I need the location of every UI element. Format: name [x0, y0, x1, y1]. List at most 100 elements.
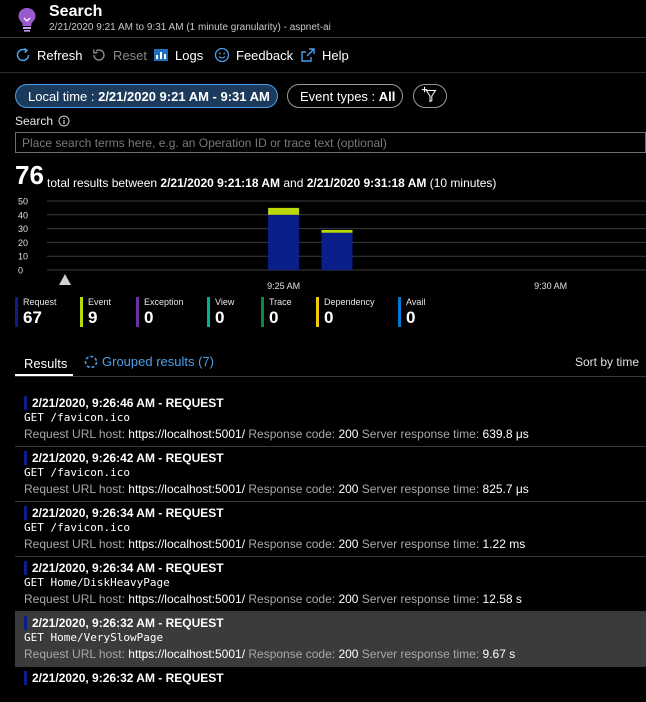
help-label: Help	[322, 47, 349, 63]
legend-count: 0	[406, 308, 416, 327]
result-operation: GET /favicon.ico	[24, 521, 130, 534]
summary-prefix: total results between	[47, 176, 161, 190]
legend-label: Avail	[406, 297, 426, 307]
event-types-filter[interactable]: Event types : All	[287, 84, 403, 108]
time-range-filter[interactable]: Local time : 2/21/2020 9:21 AM - 9:31 AM	[15, 84, 278, 108]
page-title: Search	[49, 3, 103, 20]
summary-end: 2/21/2020 9:31:18 AM	[306, 176, 427, 190]
tabs-divider	[15, 376, 646, 377]
time-label: Server response time:	[358, 592, 483, 606]
time-label: Server response time:	[358, 647, 483, 661]
legend-swatch	[136, 297, 139, 327]
code-label: Response code:	[245, 537, 339, 551]
y-tick-label: 20	[18, 238, 28, 248]
host-label: Request URL host:	[24, 647, 129, 661]
legend-label: Request	[23, 297, 57, 307]
total-results-count: 76	[15, 160, 44, 190]
code-label: Response code:	[245, 592, 339, 606]
search-input[interactable]	[15, 132, 646, 153]
result-row[interactable]: 2/21/2020, 9:26:34 AM - REQUEST GET Home/…	[15, 557, 646, 612]
result-details: Request URL host: https://localhost:5001…	[24, 482, 529, 496]
result-header: 2/21/2020, 9:26:32 AM - REQUEST	[32, 671, 224, 685]
legend-label: Event	[88, 297, 112, 307]
tab-grouped-results[interactable]: Grouped results (7)	[84, 354, 214, 369]
host-label: Request URL host:	[24, 482, 129, 496]
y-tick-label: 10	[18, 252, 28, 262]
range-start-handle	[59, 274, 71, 285]
sort-by-button[interactable]: Sort by time	[575, 355, 639, 369]
request-type-marker	[24, 506, 27, 520]
request-type-marker	[24, 616, 27, 630]
x-tick-label: 9:25 AM	[267, 281, 300, 291]
result-row[interactable]: 2/21/2020, 9:26:32 AM - REQUEST GET Home/…	[15, 612, 646, 667]
legend-count: 67	[23, 308, 42, 327]
add-filter-button[interactable]	[413, 84, 447, 108]
legend-label: Trace	[269, 297, 292, 307]
y-tick-label: 40	[18, 210, 28, 220]
code-value: 200	[338, 592, 359, 606]
logs-button[interactable]: Logs	[153, 44, 203, 66]
legend-label: Dependency	[324, 297, 375, 307]
result-header: 2/21/2020, 9:26:32 AM - REQUEST	[32, 616, 224, 630]
logs-label: Logs	[175, 47, 204, 63]
help-button[interactable]: Help	[300, 44, 349, 66]
code-value: 200	[338, 427, 359, 441]
event-types-prefix: Event types :	[300, 88, 379, 104]
search-label: Search	[15, 114, 54, 128]
time-value: 1.22 ms	[482, 537, 526, 551]
code-value: 200	[338, 482, 359, 496]
time-label: Server response time:	[358, 482, 483, 496]
host-value: https://localhost:5001/	[128, 482, 246, 496]
legend-swatch	[15, 297, 18, 327]
smiley-icon	[214, 47, 230, 63]
add-filter-icon	[421, 86, 437, 103]
feedback-label: Feedback	[236, 47, 294, 63]
host-label: Request URL host:	[24, 537, 129, 551]
results-histogram[interactable]: 0 10 20 30 40 50 9:25 AM 9:30 AM	[15, 192, 646, 298]
host-value: https://localhost:5001/	[128, 427, 246, 441]
info-icon[interactable]	[58, 115, 70, 127]
code-label: Response code:	[245, 427, 339, 441]
time-label: Server response time:	[358, 427, 483, 441]
loading-spinner-icon	[84, 355, 98, 368]
result-header: 2/21/2020, 9:26:34 AM - REQUEST	[32, 506, 224, 520]
time-range-prefix: Local time :	[28, 88, 99, 104]
summary-start: 2/21/2020 9:21:18 AM	[160, 176, 281, 190]
reset-button[interactable]: Reset	[91, 44, 147, 66]
reset-label: Reset	[113, 47, 147, 63]
legend-count: 0	[215, 308, 225, 327]
request-type-marker	[24, 451, 27, 465]
legend-swatch	[398, 297, 401, 327]
tab-results[interactable]: Results	[15, 350, 73, 376]
legend-label: Exception	[144, 297, 184, 307]
results-summary: total results between 2/21/2020 9:21:18 …	[47, 176, 496, 190]
page-subtitle: 2/21/2020 9:21 AM to 9:31 AM (1 minute g…	[49, 22, 331, 33]
request-type-marker	[24, 396, 27, 410]
refresh-button[interactable]: Refresh	[15, 44, 83, 66]
tab-grouped-label: Grouped results (7)	[102, 354, 214, 369]
code-value: 200	[338, 647, 359, 661]
legend-count: 0	[144, 308, 154, 327]
result-row[interactable]: 2/21/2020, 9:26:32 AM - REQUEST	[15, 667, 646, 702]
feedback-button[interactable]: Feedback	[214, 44, 293, 66]
result-row[interactable]: 2/21/2020, 9:26:46 AM - REQUEST GET /favi…	[15, 392, 646, 447]
summary-mid: and	[280, 176, 307, 190]
result-operation: GET Home/VerySlowPage	[24, 631, 164, 644]
time-label: Server response time:	[358, 537, 483, 551]
summary-suffix: (10 minutes)	[426, 176, 497, 190]
legend-count: 0	[269, 308, 279, 327]
host-value: https://localhost:5001/	[128, 537, 246, 551]
result-row[interactable]: 2/21/2020, 9:26:42 AM - REQUEST GET /favi…	[15, 447, 646, 502]
time-value: 12.58 s	[482, 592, 522, 606]
bar-request	[321, 232, 353, 270]
result-operation: GET /favicon.ico	[24, 466, 130, 479]
header-divider	[0, 37, 646, 38]
legend-swatch	[316, 297, 319, 327]
x-tick-label: 9:30 AM	[534, 281, 567, 291]
legend-swatch	[80, 297, 83, 327]
result-row[interactable]: 2/21/2020, 9:26:34 AM - REQUEST GET /favi…	[15, 502, 646, 557]
result-header: 2/21/2020, 9:26:42 AM - REQUEST	[32, 451, 224, 465]
code-value: 200	[338, 537, 359, 551]
refresh-icon	[16, 47, 30, 62]
legend-count: 0	[324, 308, 334, 327]
